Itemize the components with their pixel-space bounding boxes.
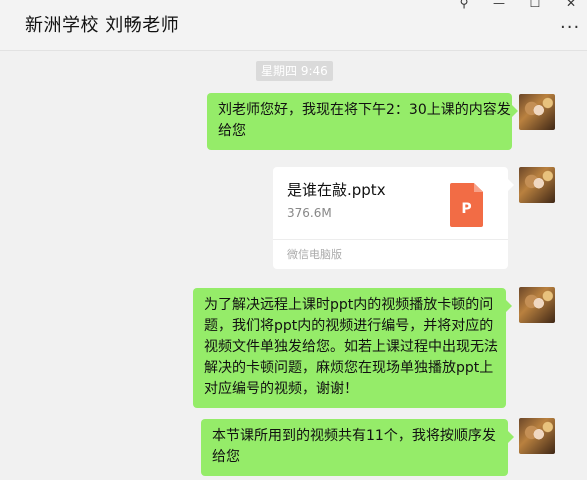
file-source-label: 微信电脑版 [273,239,508,269]
avatar[interactable] [519,418,555,454]
file-name: 是谁在敲.pptx [287,181,386,199]
message-bubble[interactable]: 本节课所用到的视频共有11个，我将按顺序发给您 [201,419,514,476]
pin-icon[interactable]: ⚲ [456,0,472,10]
message-bubble[interactable]: 为了解决远程上课时ppt内的视频播放卡顿的问题，我们将ppt内的视频进行编号，并… [193,288,512,408]
pptx-file-icon-fold [474,183,483,192]
pptx-file-icon-letter: P [461,201,472,217]
chat-title: 新洲学校 刘畅老师 [25,15,180,36]
avatar[interactable] [519,167,555,203]
close-icon[interactable]: ✕ [563,0,579,10]
message-timestamp: 星期四 9:46 [256,61,333,81]
chat-header: 新洲学校 刘畅老师 ⚲ — ☐ ✕ ··· [0,0,587,51]
minimize-icon[interactable]: — [491,0,507,10]
avatar[interactable] [519,94,555,130]
file-size: 376.6M [287,206,332,220]
file-message-card[interactable]: 是谁在敲.pptx 376.6M P 微信电脑版 [273,167,514,269]
avatar[interactable] [519,287,555,323]
message-bubble[interactable]: 刘老师您好，我现在将下午2：30上课的内容发给您 [207,93,518,150]
more-options-icon[interactable]: ··· [560,19,580,37]
maximize-icon[interactable]: ☐ [527,0,543,10]
